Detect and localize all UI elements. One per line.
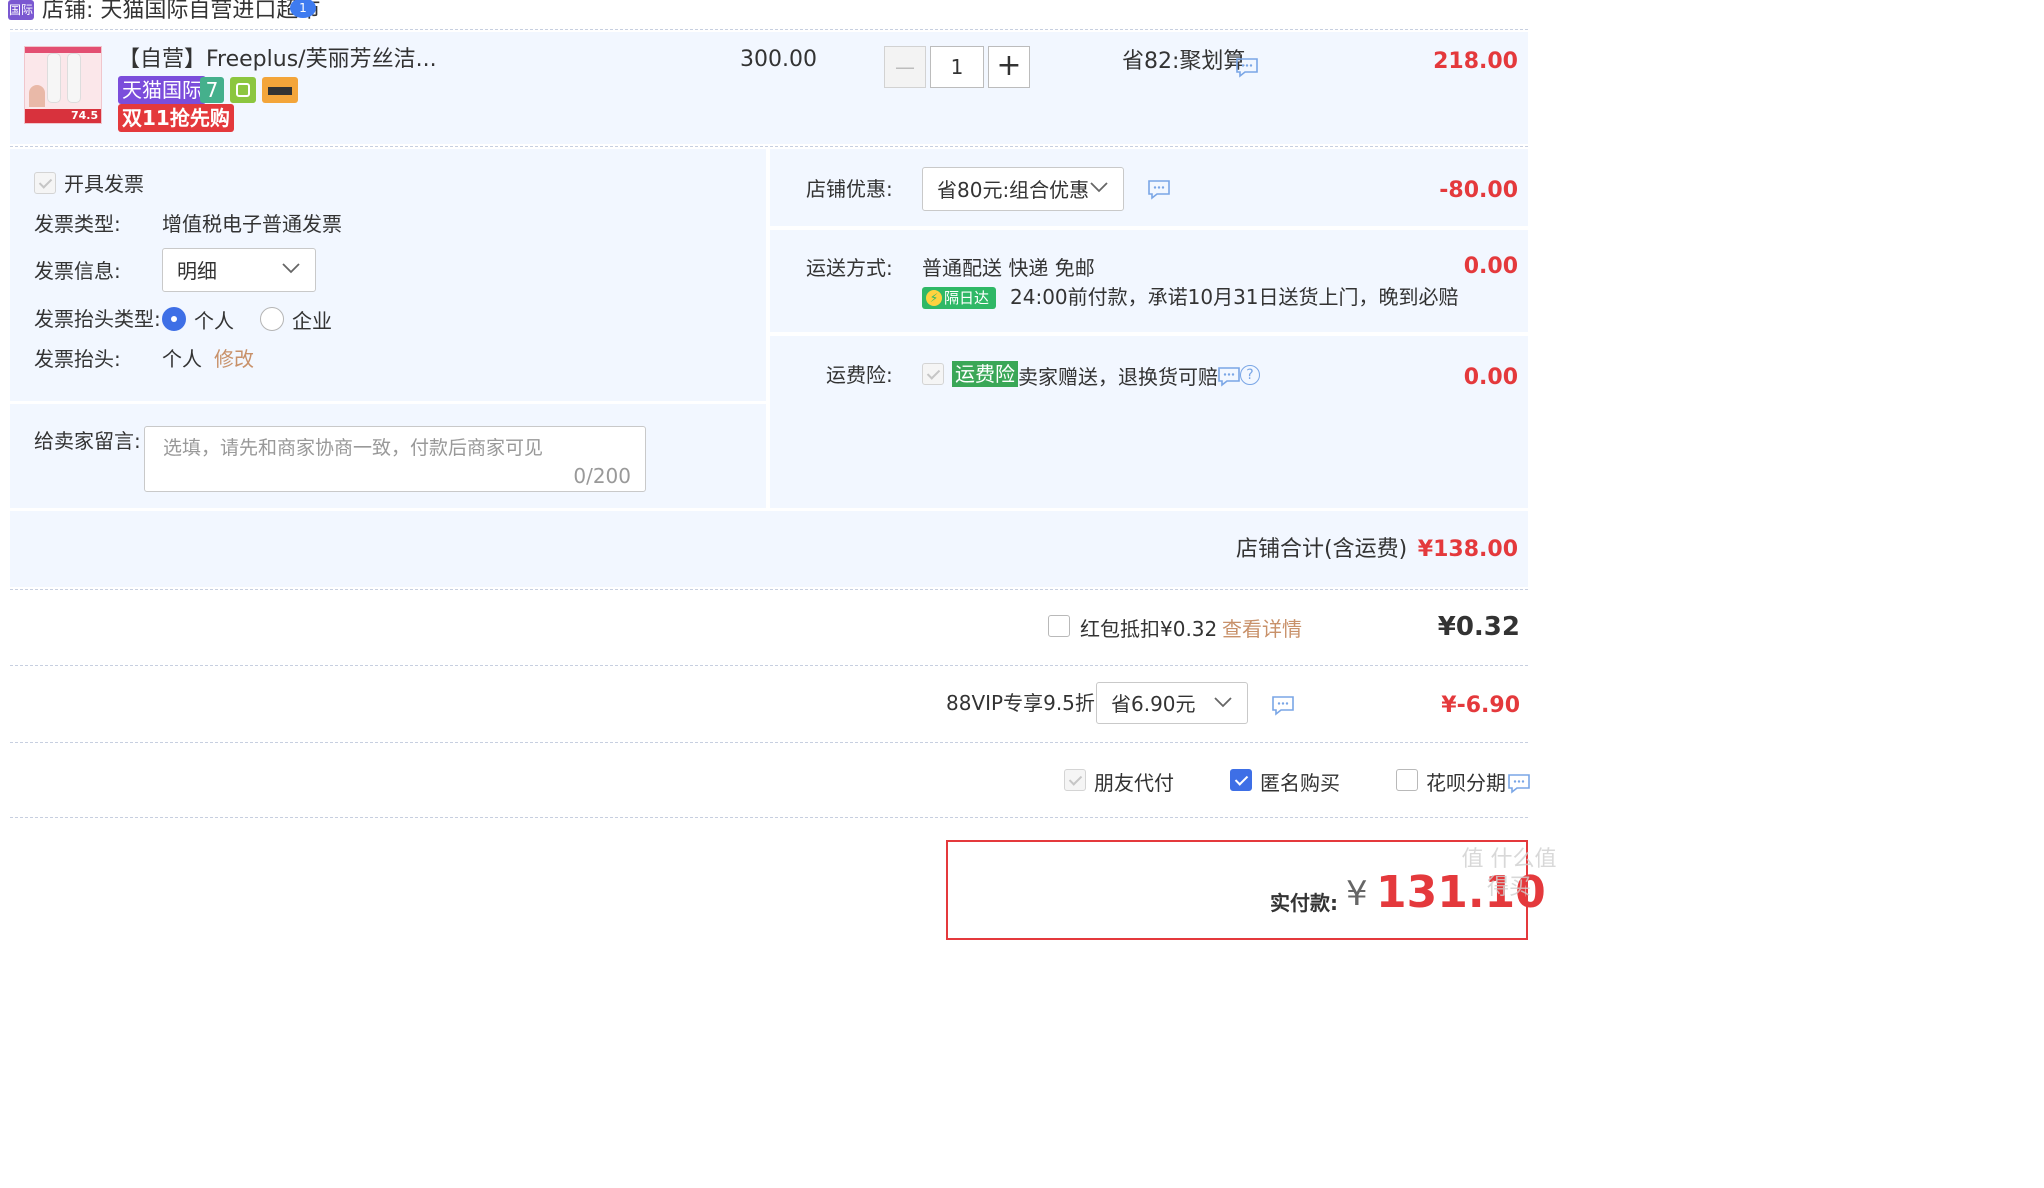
payment-currency: ¥ — [1346, 874, 1368, 914]
quantity-minus-button[interactable]: — — [884, 46, 926, 88]
vip-chat-icon[interactable] — [1270, 694, 1296, 716]
chevron-down-icon — [1214, 697, 1232, 708]
product-subtotal: 218.00 — [1433, 49, 1518, 74]
invoice-info-label: 发票信息: — [34, 259, 121, 283]
next-day-badge: ⚡ 隔日达 — [922, 287, 996, 309]
redpacket-amount: ¥0.32 — [1437, 612, 1520, 642]
shipping-label: 运送方式: — [806, 256, 893, 280]
huabei-label: 花呗分期 — [1426, 771, 1506, 795]
payment-box: 实付款: ¥ 131.10 — [946, 840, 1546, 940]
invoice-title-type-label: 发票抬头类型: — [34, 307, 161, 331]
insurance-text: 卖家赠送，退换货可赔 — [1018, 365, 1218, 389]
shop-total-label: 店铺合计(含运费) — [1236, 537, 1408, 562]
seven-day-return-tag: 7 — [200, 77, 224, 103]
radio-personal[interactable] — [162, 307, 186, 331]
invoice-title-value: 个人 — [162, 347, 202, 371]
invoice-modify-link[interactable]: 修改 — [214, 346, 254, 372]
quantity-input[interactable]: 1 — [930, 46, 984, 88]
message-textarea[interactable]: 选填，请先和商家协商一致，付款后商家可见 0/200 — [144, 426, 646, 492]
double11-tag: 双11抢先购 — [118, 104, 234, 132]
huabei-checkbox[interactable] — [1396, 769, 1418, 791]
authentic-guarantee-icon — [230, 77, 256, 103]
promo-chat-icon[interactable] — [1234, 56, 1260, 78]
discount-chat-icon[interactable] — [1146, 178, 1172, 200]
thumbnail-price: 74.5 — [71, 109, 99, 122]
shipping-panel — [770, 230, 1528, 332]
shop-total-amount: ¥138.00 — [1417, 537, 1518, 562]
insurance-chat-icon[interactable] — [1216, 365, 1242, 387]
insurance-label: 运费险: — [826, 363, 893, 387]
invoice-title-label: 发票抬头: — [34, 347, 121, 371]
discount-amount: -80.00 — [1439, 178, 1518, 203]
shipping-method: 普通配送 快递 免邮 — [922, 256, 1095, 280]
quantity-plus-button[interactable]: + — [988, 46, 1030, 88]
next-day-label: 隔日达 — [944, 289, 990, 307]
friend-pay-label: 朋友代付 — [1094, 771, 1174, 795]
card-pay-icon — [262, 77, 298, 103]
chevron-down-icon — [282, 263, 300, 274]
chevron-down-icon — [1090, 182, 1108, 193]
radio-personal-label: 个人 — [194, 309, 234, 333]
insurance-checkbox[interactable] — [922, 363, 944, 385]
shipping-amount: 0.00 — [1463, 254, 1518, 279]
discount-label: 店铺优惠: — [806, 177, 893, 201]
global-shop-icon: 国际 — [8, 0, 34, 20]
redpacket-details-link[interactable]: 查看详情 — [1222, 616, 1302, 642]
friend-pay-checkbox[interactable] — [1064, 769, 1086, 791]
discount-value: 省80元:组合优惠 — [937, 178, 1090, 202]
invoice-type-label: 发票类型: — [34, 212, 121, 236]
invoice-type-value: 增值税电子普通发票 — [162, 212, 342, 236]
payment-label: 实付款: — [1270, 891, 1338, 915]
tmall-global-tag: 天猫国际 — [118, 76, 206, 104]
shop-title[interactable]: 店铺: 天猫国际自营进口超市 — [42, 0, 320, 25]
watermark: 值 什么值得买 — [1461, 847, 1557, 900]
shipping-promise: 24:00前付款，承诺10月31日送货上门，晚到必赔 — [1010, 285, 1459, 309]
anonymous-checkbox[interactable] — [1230, 769, 1252, 791]
redpacket-checkbox[interactable] — [1048, 615, 1070, 637]
radio-company[interactable] — [260, 307, 284, 331]
help-icon[interactable]: ? — [1240, 365, 1260, 385]
radio-company-label: 企业 — [292, 309, 332, 333]
redpacket-label: 红包抵扣¥0.32 — [1080, 617, 1218, 641]
invoice-info-select[interactable]: 明细 — [162, 248, 316, 292]
anonymous-label: 匿名购买 — [1260, 771, 1340, 795]
product-promo: 省82:聚划算 — [1122, 49, 1246, 74]
product-title[interactable]: 【自营】Freeplus/芙丽芳丝洁... — [118, 46, 437, 74]
vip-value: 省6.90元 — [1111, 692, 1196, 716]
discount-select[interactable]: 省80元:组合优惠 — [922, 167, 1124, 211]
insurance-tag: 运费险 — [952, 361, 1018, 387]
invoice-info-value: 明细 — [177, 259, 217, 283]
huabei-chat-icon[interactable] — [1506, 772, 1532, 794]
vip-label: 88VIP专享9.5折 — [946, 691, 1095, 715]
insurance-amount: 0.00 — [1463, 365, 1518, 390]
message-counter: 0/200 — [573, 464, 631, 488]
unit-price: 300.00 — [740, 47, 817, 72]
message-label: 给卖家留言: — [34, 429, 141, 453]
message-placeholder: 选填，请先和商家协商一致，付款后商家可见 — [163, 437, 544, 459]
product-thumbnail[interactable]: 74.5 — [24, 46, 102, 124]
invoice-open-label: 开具发票 — [64, 172, 144, 196]
vip-amount: ¥-6.90 — [1441, 693, 1520, 718]
vip-select[interactable]: 省6.90元 — [1096, 682, 1248, 724]
lightning-icon: ⚡ — [926, 290, 942, 306]
invoice-checkbox[interactable] — [34, 172, 56, 194]
